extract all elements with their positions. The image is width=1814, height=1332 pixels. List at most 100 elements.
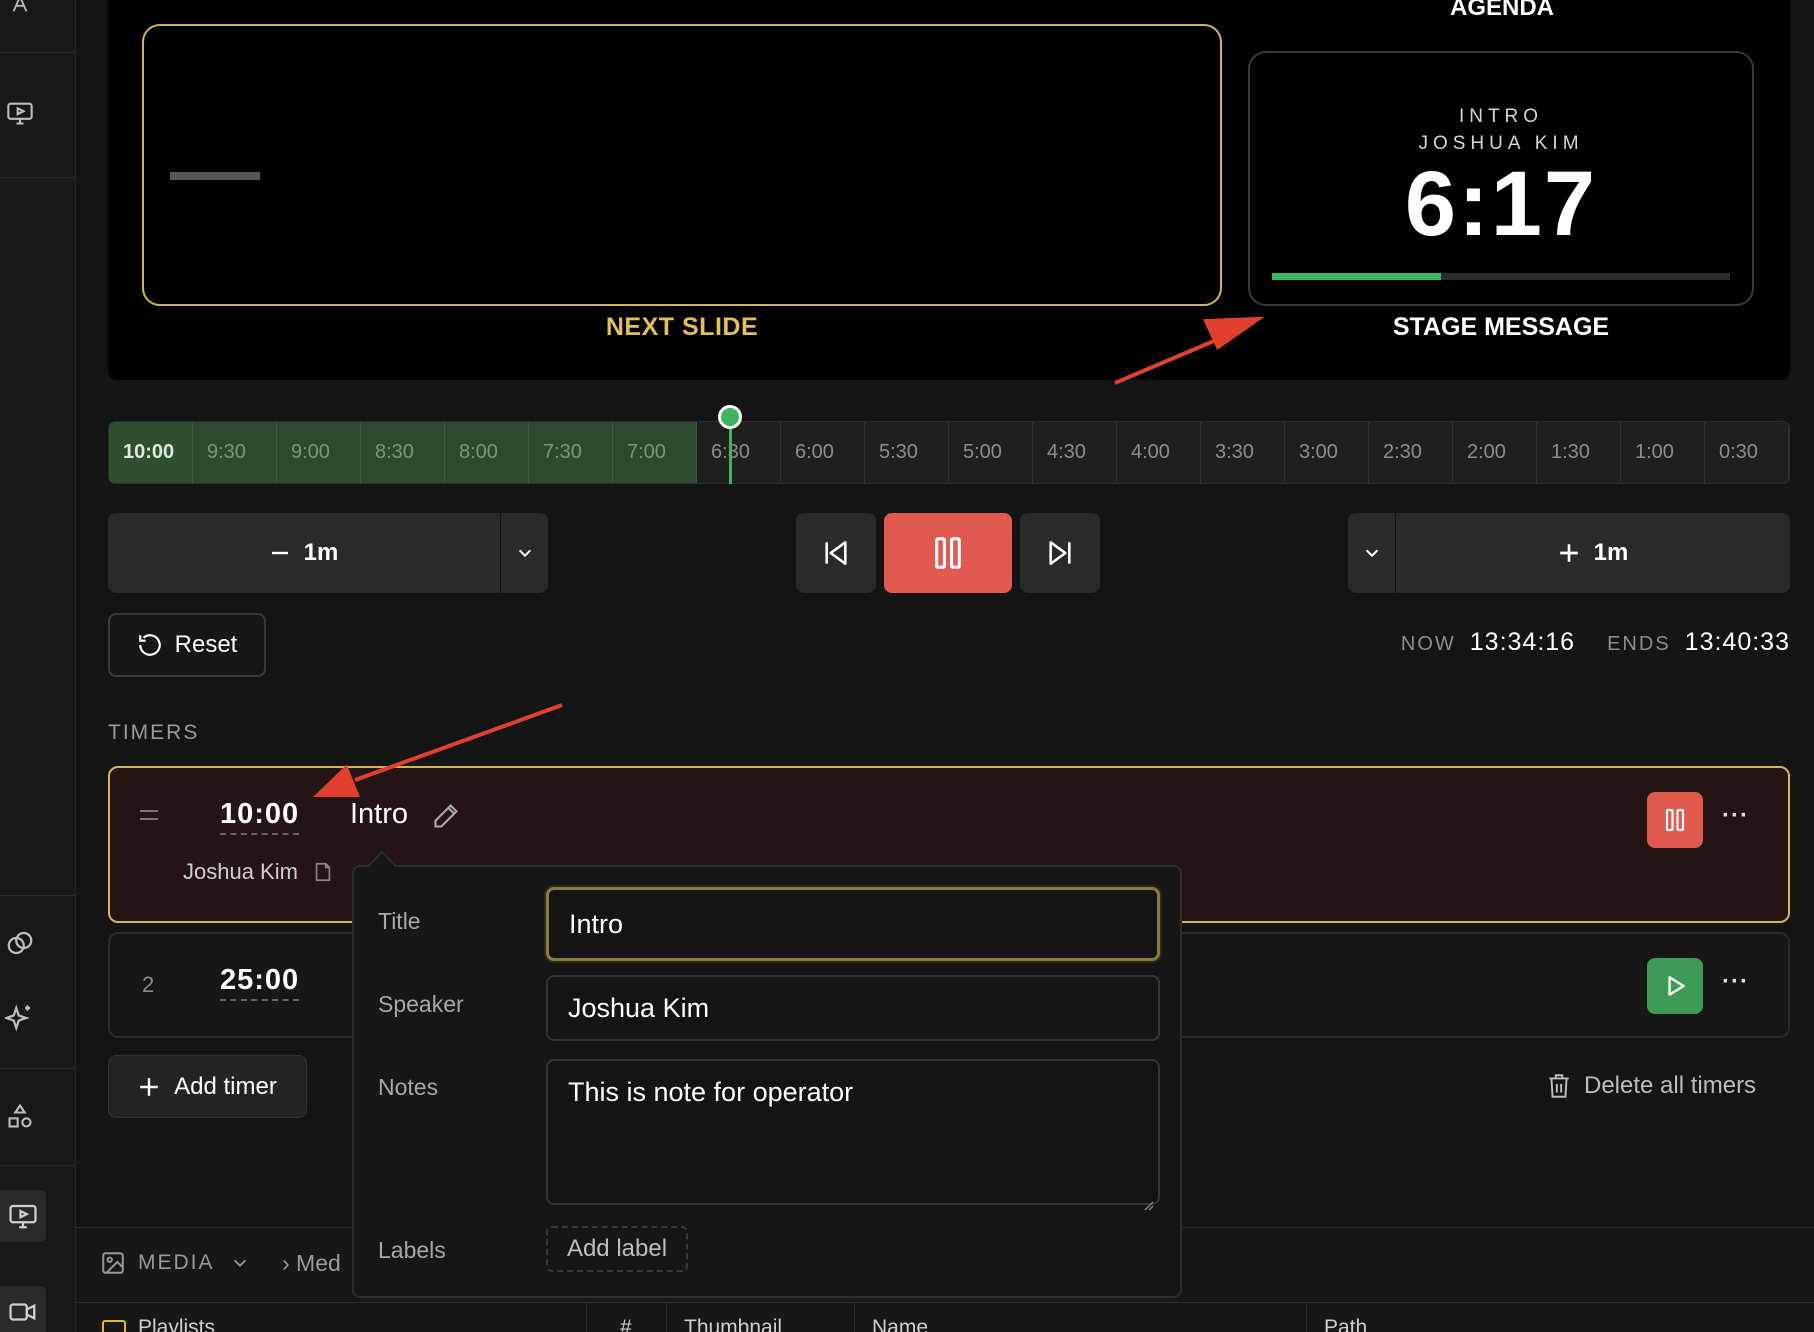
next-slide-placeholder-line bbox=[170, 172, 260, 180]
agenda-label: AGENDA bbox=[1449, 0, 1554, 21]
stage-timer-title: INTRO bbox=[1458, 106, 1544, 127]
timeline-tick[interactable]: 8:00 bbox=[445, 422, 529, 483]
timer-duration[interactable]: 25:00 bbox=[220, 964, 300, 1001]
timeline-tick[interactable]: 7:00 bbox=[613, 422, 697, 483]
timer-pause-button[interactable] bbox=[1647, 792, 1703, 848]
more-options-icon[interactable]: ··· bbox=[1722, 802, 1749, 830]
now-label: NOW bbox=[1400, 633, 1456, 655]
sparkles-icon[interactable] bbox=[2, 1000, 38, 1036]
subtract-time-button[interactable]: 1m bbox=[108, 513, 500, 593]
add-timer-button[interactable]: Add timer bbox=[108, 1055, 307, 1118]
reset-button[interactable]: Reset bbox=[108, 613, 266, 677]
now-value: 13:34:16 bbox=[1469, 628, 1576, 656]
timer-speaker-name: Joshua Kim bbox=[183, 859, 298, 884]
timeline-tick[interactable]: 6:00 bbox=[781, 422, 865, 483]
trash-icon bbox=[1546, 1072, 1572, 1100]
timeline-tick[interactable]: 5:30 bbox=[865, 422, 949, 483]
note-icon bbox=[312, 861, 334, 883]
timer-title[interactable]: Intro bbox=[350, 798, 408, 831]
notes-textarea[interactable]: This is note for operator bbox=[546, 1059, 1160, 1211]
timeline-tick[interactable]: 3:30 bbox=[1201, 422, 1285, 483]
shapes-icon[interactable] bbox=[2, 1098, 38, 1134]
timeline-tick[interactable]: 3:00 bbox=[1285, 422, 1369, 483]
minus-icon bbox=[270, 543, 290, 563]
ends-label: ENDS bbox=[1607, 633, 1671, 655]
next-slide-label: NEXT SLIDE bbox=[605, 313, 759, 341]
more-options-icon[interactable]: ··· bbox=[1722, 968, 1749, 996]
column-header-path[interactable]: Path bbox=[1324, 1316, 1367, 1332]
stage-timer-countdown: 6:17 bbox=[1404, 153, 1598, 255]
link-circles-icon[interactable] bbox=[2, 925, 38, 961]
next-slide-preview bbox=[142, 24, 1222, 306]
video-camera-icon[interactable] bbox=[0, 1286, 46, 1332]
add-label-button[interactable]: Add label bbox=[546, 1226, 688, 1272]
text-icon[interactable] bbox=[2, 0, 38, 22]
timer-edit-popover: Title Speaker Notes This is note for ope… bbox=[352, 865, 1182, 1298]
left-sidebar bbox=[0, 0, 76, 1332]
previous-timer-button[interactable] bbox=[796, 513, 876, 593]
timers-section-label: TIMERS bbox=[108, 721, 200, 744]
drag-handle-icon[interactable] bbox=[138, 808, 160, 822]
reset-label: Reset bbox=[174, 631, 238, 658]
timer-duration[interactable]: 10:00 bbox=[220, 798, 300, 835]
display-play-icon[interactable] bbox=[0, 1190, 46, 1242]
timer-index: 2 bbox=[142, 972, 155, 997]
stage-message-label: STAGE MESSAGE bbox=[1392, 313, 1610, 341]
timeline-tick[interactable]: 8:30 bbox=[361, 422, 445, 483]
title-field-label: Title bbox=[378, 908, 421, 934]
playlists-label: Playlists bbox=[138, 1316, 216, 1332]
pencil-icon[interactable] bbox=[432, 802, 460, 830]
speaker-input[interactable] bbox=[546, 975, 1160, 1041]
timeline-tick[interactable]: 7:30 bbox=[529, 422, 613, 483]
add-time-button[interactable]: 1m bbox=[1396, 513, 1790, 593]
stage-progress-fill bbox=[1272, 273, 1442, 280]
media-playlists-header[interactable]: Playlists bbox=[102, 1316, 215, 1332]
timeline-tick[interactable]: 9:00 bbox=[277, 422, 361, 483]
ends-value: 13:40:33 bbox=[1684, 628, 1790, 656]
timeline-tick[interactable]: 6:30 bbox=[697, 422, 781, 483]
column-header-number[interactable]: # bbox=[620, 1316, 632, 1332]
delete-all-timers-button[interactable]: Delete all timers bbox=[1546, 1072, 1756, 1100]
subtract-time-options-button[interactable] bbox=[501, 513, 548, 593]
timeline-tick[interactable]: 9:30 bbox=[193, 422, 277, 483]
next-timer-button[interactable] bbox=[1020, 513, 1100, 593]
column-header-name[interactable]: Name bbox=[872, 1316, 928, 1332]
timeline-tick[interactable]: 5:00 bbox=[949, 422, 1033, 483]
add-time-label: 1m bbox=[1593, 539, 1629, 566]
notes-text: This is note for operator bbox=[568, 1077, 854, 1107]
media-label: MEDIA bbox=[138, 1251, 215, 1274]
speaker-field-label: Speaker bbox=[378, 991, 464, 1017]
resize-handle-icon[interactable] bbox=[1142, 1187, 1154, 1211]
delete-all-label: Delete all timers bbox=[1584, 1072, 1757, 1099]
stage-progress-track bbox=[1272, 273, 1730, 280]
pause-icon bbox=[931, 534, 965, 572]
timeline-tick[interactable]: 4:00 bbox=[1117, 422, 1201, 483]
media-breadcrumb[interactable]: › Med bbox=[282, 1250, 341, 1277]
timeline-tick[interactable]: 10:00 bbox=[109, 422, 193, 483]
timeline-tick[interactable]: 4:30 bbox=[1033, 422, 1117, 483]
subtract-time-label: 1m bbox=[303, 539, 339, 566]
add-timer-label: Add timer bbox=[174, 1072, 277, 1100]
timeline-scrubber[interactable]: 10:009:309:008:308:007:307:006:306:005:3… bbox=[108, 421, 1790, 484]
skip-back-icon bbox=[820, 537, 852, 569]
timer-speaker: Joshua Kim bbox=[183, 859, 334, 885]
chevron-down-icon bbox=[516, 544, 534, 562]
media-section-header[interactable]: MEDIA bbox=[100, 1250, 249, 1276]
play-icon bbox=[1662, 973, 1688, 999]
timeline-tick[interactable]: 1:30 bbox=[1537, 422, 1621, 483]
notes-field-label: Notes bbox=[378, 1074, 439, 1100]
image-icon bbox=[100, 1250, 126, 1276]
pause-button[interactable] bbox=[884, 513, 1012, 593]
add-time-options-button[interactable] bbox=[1348, 513, 1395, 593]
presentation-play-icon[interactable] bbox=[2, 95, 38, 131]
column-header-thumbnail[interactable]: Thumbnail bbox=[684, 1316, 782, 1332]
plus-icon bbox=[1558, 542, 1580, 564]
media-table-divider bbox=[76, 1302, 1814, 1303]
timeline-tick[interactable]: 2:30 bbox=[1369, 422, 1453, 483]
timeline-tick[interactable]: 2:00 bbox=[1453, 422, 1537, 483]
timeline-tick[interactable]: 1:00 bbox=[1621, 422, 1705, 483]
timeline-tick[interactable]: 0:30 bbox=[1705, 422, 1789, 483]
title-input[interactable] bbox=[546, 887, 1160, 961]
pause-icon bbox=[1663, 807, 1687, 833]
timer-play-button[interactable] bbox=[1647, 958, 1703, 1014]
